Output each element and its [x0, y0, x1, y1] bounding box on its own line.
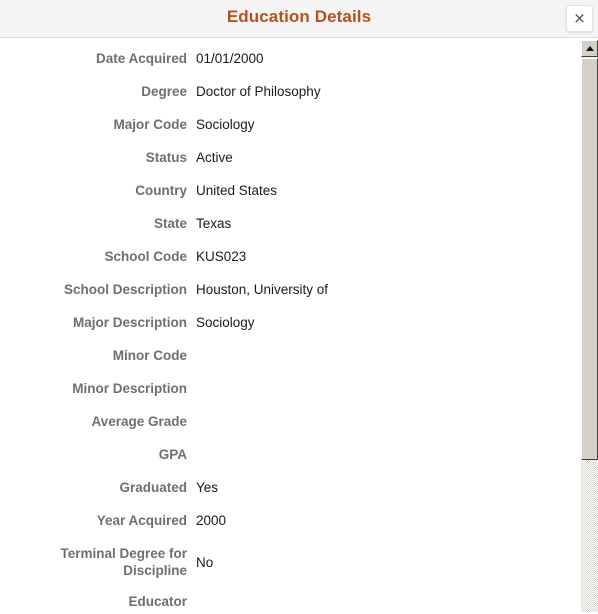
detail-label: Date Acquired	[95, 51, 187, 66]
detail-label: School Code	[104, 249, 187, 264]
detail-label: Graduated	[119, 480, 187, 495]
detail-label: Minor Code	[112, 348, 187, 363]
detail-label: Major Code	[113, 117, 187, 132]
detail-row: Graduated Yes	[0, 473, 570, 506]
detail-value	[187, 440, 570, 446]
detail-value: Sociology	[196, 315, 255, 330]
detail-value: 01/01/2000	[196, 51, 264, 66]
detail-value: Houston, University of	[196, 282, 329, 297]
detail-row: School Description Houston, University of	[0, 275, 570, 308]
detail-row: Educator	[0, 587, 570, 614]
close-icon: ×	[573, 9, 586, 27]
detail-row: Major Code Sociology	[0, 110, 570, 143]
scroll-up-button[interactable]	[581, 40, 598, 57]
detail-value: Sociology	[196, 117, 255, 132]
scrollbar-thumb[interactable]	[581, 58, 598, 460]
detail-row: Status Active	[0, 143, 570, 176]
detail-label: Major Description	[72, 315, 187, 330]
detail-label: GPA	[158, 447, 187, 462]
detail-value	[187, 341, 570, 347]
education-details-list: Date Acquired 01/01/2000 Degree Doctor of P…	[0, 38, 570, 614]
detail-value	[187, 407, 570, 413]
detail-label: State	[153, 216, 187, 231]
detail-value: Active	[196, 150, 233, 165]
chevron-up-icon	[585, 46, 594, 51]
detail-label: Status	[145, 150, 187, 165]
detail-row: Major Description Sociology	[0, 308, 570, 341]
detail-row: State Texas	[0, 209, 570, 242]
detail-value: 2000	[196, 513, 227, 528]
detail-value: Doctor of Philosophy	[196, 84, 321, 99]
detail-value: No	[196, 555, 214, 570]
detail-row: Date Acquired 01/01/2000	[0, 44, 570, 77]
detail-value: Texas	[196, 216, 232, 231]
modal-header: Education Details ×	[0, 0, 598, 38]
detail-row: Minor Code	[0, 341, 570, 374]
detail-label: Minor Description	[72, 381, 187, 396]
modal-body: Date Acquired 01/01/2000 Degree Doctor of P…	[0, 38, 598, 614]
detail-row: Average Grade	[0, 407, 570, 440]
detail-row: Year Acquired 2000	[0, 506, 570, 539]
detail-value	[187, 374, 570, 380]
detail-label: Year Acquired	[96, 513, 187, 528]
detail-row: Minor Description	[0, 374, 570, 407]
detail-row: Country United States	[0, 176, 570, 209]
detail-label: Degree	[141, 84, 187, 99]
detail-label: School Description	[63, 282, 187, 297]
page-title: Education Details	[226, 7, 372, 26]
detail-label: Terminal Degree for Discipline	[60, 546, 187, 578]
detail-row: School Code KUS023	[0, 242, 570, 275]
detail-label: Educator	[128, 594, 187, 609]
detail-row: Degree Doctor of Philosophy	[0, 77, 570, 110]
detail-value: United States	[196, 183, 278, 198]
detail-value: Yes	[196, 480, 219, 495]
detail-row: GPA	[0, 440, 570, 473]
detail-value: KUS023	[196, 249, 247, 264]
detail-row: Terminal Degree for Discipline No	[0, 539, 570, 587]
detail-label: Average Grade	[91, 414, 187, 429]
education-details-modal: Education Details × Date Acquired 01/01/2…	[0, 0, 598, 614]
close-button[interactable]: ×	[566, 5, 593, 32]
detail-value	[187, 587, 570, 593]
detail-label: Country	[135, 183, 187, 198]
vertical-scrollbar[interactable]	[578, 38, 598, 614]
